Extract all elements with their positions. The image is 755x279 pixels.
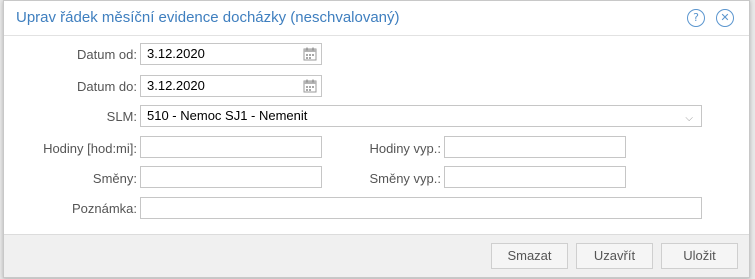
poznamka-label: Poznámka:	[71, 201, 137, 216]
hodiny-input[interactable]	[140, 136, 322, 158]
dialog-header: Uprav řádek měsíční evidence docházky (n…	[4, 1, 749, 36]
calendar-icon[interactable]	[303, 79, 317, 93]
close-button[interactable]: Uzavřít	[576, 243, 653, 269]
dialog-footer: Smazat Uzavřít Uložit	[4, 234, 749, 277]
dialog-title: Uprav řádek měsíční evidence docházky (n…	[16, 9, 400, 26]
close-icon[interactable]: ✕	[716, 9, 734, 27]
chevron-down-icon[interactable]: ⌵	[685, 109, 693, 129]
smeny-label: Směny:	[92, 171, 137, 186]
slm-label: SLM:	[106, 109, 137, 124]
datum-od-field[interactable]: 3.12.2020	[140, 43, 322, 65]
smeny-input[interactable]	[140, 166, 322, 188]
edit-attendance-dialog: Uprav řádek měsíční evidence docházky (n…	[3, 0, 750, 278]
slm-selected-value: 510 - Nemoc SJ1 - Nemenit	[147, 108, 308, 123]
hodiny-vyp-label: Hodiny vyp.:	[369, 141, 441, 156]
datum-do-value: 3.12.2020	[147, 78, 205, 93]
calendar-icon[interactable]	[303, 47, 317, 61]
hodiny-label: Hodiny [hod:mi]:	[43, 141, 137, 156]
help-icon[interactable]: ?	[687, 9, 705, 27]
datum-do-label: Datum do:	[77, 79, 137, 94]
delete-button[interactable]: Smazat	[491, 243, 568, 269]
hodiny-vyp-input[interactable]	[444, 136, 626, 158]
smeny-vyp-input[interactable]	[444, 166, 626, 188]
save-button[interactable]: Uložit	[661, 243, 738, 269]
datum-do-field[interactable]: 3.12.2020	[140, 75, 322, 97]
datum-od-label: Datum od:	[77, 47, 137, 62]
poznamka-input[interactable]	[140, 197, 702, 219]
smeny-vyp-label: Směny vyp.:	[369, 171, 441, 186]
datum-od-value: 3.12.2020	[147, 46, 205, 61]
slm-select[interactable]: 510 - Nemoc SJ1 - Nemenit ⌵	[140, 105, 702, 127]
